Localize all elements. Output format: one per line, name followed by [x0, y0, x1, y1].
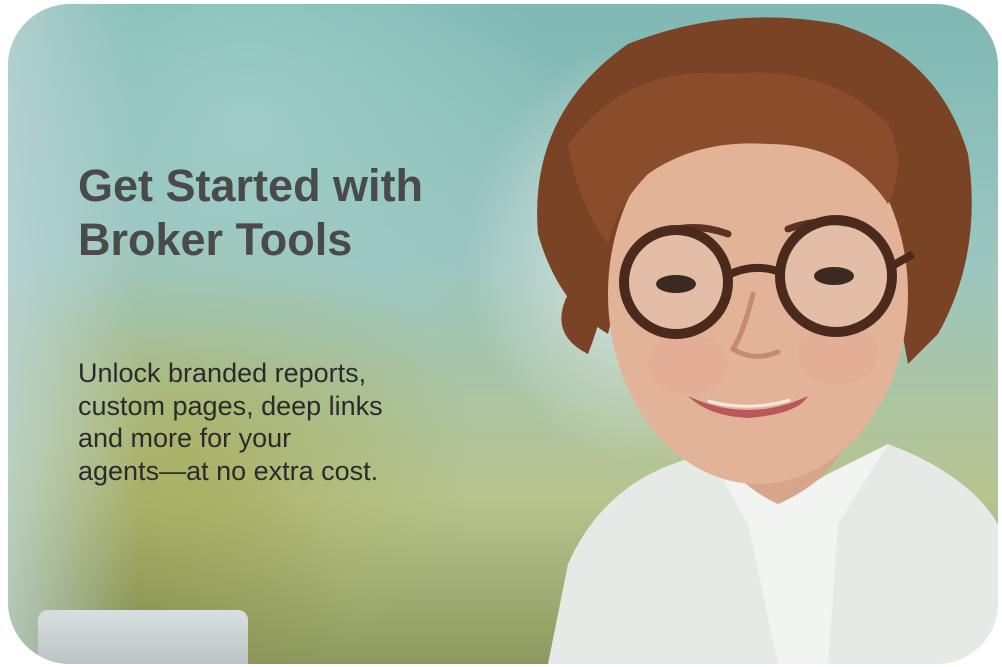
promo-card[interactable]: Get Started with Broker Tools Unlock bra… [8, 4, 998, 664]
cheek-left [648, 334, 728, 394]
page-title: Get Started with Broker Tools [78, 159, 558, 267]
title-line-2: Broker Tools [78, 214, 353, 265]
eye-left [656, 275, 696, 293]
eye-right [814, 267, 854, 285]
description-line-1: Unlock branded reports, [78, 358, 367, 388]
smiling-woman-with-glasses-icon [537, 17, 998, 664]
title-line-1: Get Started with [78, 160, 424, 211]
promo-description: Unlock branded reports, custom pages, de… [78, 357, 518, 487]
description-line-3: and more for your [78, 423, 292, 453]
description-line-2: custom pages, deep links [78, 390, 383, 421]
description-line-4: agents—at no extra cost. [78, 455, 379, 486]
